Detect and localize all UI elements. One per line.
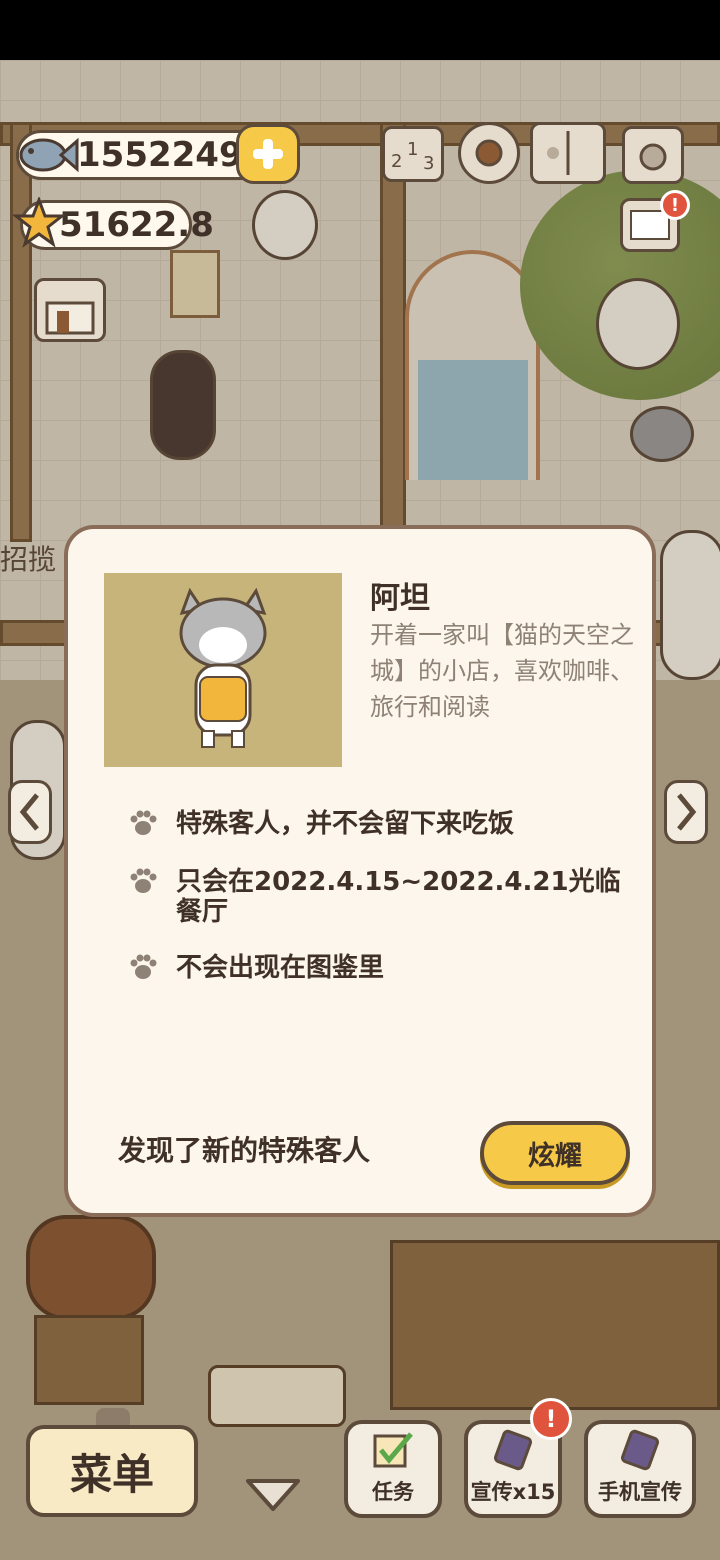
star-counter: 51622.8	[13, 197, 214, 250]
svg-text:3: 3	[423, 153, 434, 174]
tasks-button[interactable]: 任务	[344, 1420, 442, 1518]
chevron-down-icon[interactable]	[244, 1475, 302, 1515]
fish-count: 1552249	[77, 135, 243, 175]
svg-text:1: 1	[407, 139, 418, 160]
star-icon	[13, 197, 65, 248]
camera-button[interactable]	[622, 126, 684, 184]
checkbox-icon	[373, 1432, 413, 1468]
camera-icon	[639, 143, 667, 171]
mail-alert-badge: !	[660, 190, 690, 220]
phone-promote-label: 手机宣传	[598, 1480, 682, 1504]
paw-card-icon	[620, 1429, 660, 1471]
fish-icon	[19, 137, 79, 173]
chevron-left-icon	[19, 793, 39, 831]
settings-button[interactable]	[458, 122, 520, 184]
info-bullet: 只会在2022.4.15~2022.4.21光临餐厅	[126, 867, 624, 927]
bullet-text: 只会在2022.4.15~2022.4.21光临餐厅	[176, 867, 621, 927]
shop-icon	[45, 301, 95, 335]
paw-icon	[130, 954, 157, 979]
info-bullet: 不会出现在图鉴里	[126, 953, 624, 983]
game-scene[interactable]: 招揽 1552249 51622.8 2 1 3 ! 菜单 任务 宣传x15 !…	[0, 60, 720, 1560]
guide-book-button[interactable]	[530, 122, 606, 184]
special-guest-dialog: 阿坦 开着一家叫【猫的天空之城】的小店，喜欢咖啡、旅行和阅读 特殊客人，并不会留…	[64, 525, 656, 1217]
character-portrait	[104, 573, 342, 767]
next-arrow[interactable]	[664, 780, 708, 844]
bullet-text: 特殊客人，并不会留下来吃饭	[176, 809, 515, 839]
paw-card-icon	[493, 1429, 533, 1471]
plus-icon	[253, 139, 283, 169]
ranking-button[interactable]: 2 1 3	[382, 126, 444, 182]
fish-counter: 1552249	[16, 130, 266, 180]
show-off-button[interactable]: 炫耀	[480, 1121, 630, 1185]
paw-icon	[130, 810, 157, 835]
paw-icon	[130, 868, 157, 893]
tasks-label: 任务	[372, 1480, 414, 1504]
svg-text:2: 2	[391, 151, 402, 172]
chevron-right-icon	[677, 793, 697, 831]
book-icon	[547, 131, 570, 175]
add-fish-button[interactable]	[236, 124, 300, 184]
shop-button[interactable]	[34, 278, 106, 342]
star-count: 51622.8	[59, 205, 214, 245]
phone-promote-button[interactable]: 手机宣传	[584, 1420, 696, 1518]
status-bar	[0, 0, 720, 60]
bullet-text: 不会出现在图鉴里	[176, 953, 385, 983]
previous-arrow[interactable]	[8, 780, 52, 844]
character-name: 阿坦	[370, 581, 430, 616]
info-bullet: 特殊客人，并不会留下来吃饭	[126, 809, 624, 839]
cat-portrait-icon	[179, 587, 267, 748]
gear-icon	[475, 139, 503, 167]
promote-label: 宣传x15	[470, 1480, 556, 1504]
promote-alert-badge: !	[530, 1398, 572, 1440]
menu-button[interactable]: 菜单	[26, 1425, 198, 1517]
discovery-message: 发现了新的特殊客人	[118, 1134, 371, 1167]
character-description: 开着一家叫【猫的天空之城】的小店，喜欢咖啡、旅行和阅读	[370, 621, 634, 721]
ranking-icon: 2 1 3	[391, 139, 434, 174]
